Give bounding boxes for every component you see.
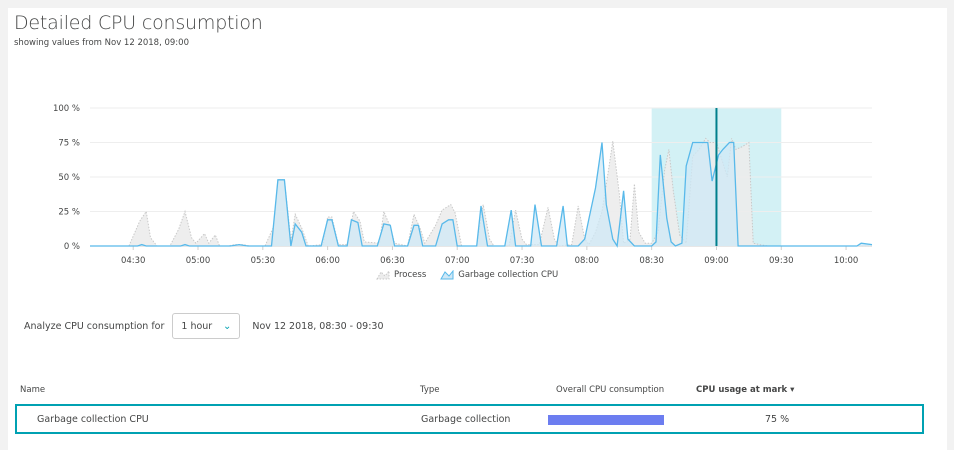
timeframe-value: 1 hour [181, 320, 213, 332]
analyze-controls: Analyze CPU consumption for 1 hour ⌄ Nov… [24, 313, 384, 339]
legend-item-gc[interactable]: Garbage collection CPU [440, 270, 558, 280]
x-tick-label: 07:00 [445, 256, 470, 266]
x-tick-label: 08:00 [575, 256, 600, 266]
column-header-overall[interactable]: Overall CPU consumption [556, 385, 664, 395]
x-tick-label: 07:30 [510, 256, 535, 266]
y-tick-label: 100 % [53, 104, 80, 114]
column-header-usage-at-mark[interactable]: CPU usage at mark ▾ [696, 385, 794, 395]
chart-legend: Process Garbage collection CPU [376, 270, 572, 280]
x-tick-label: 08:30 [639, 256, 664, 266]
x-tick-label: 10:00 [834, 256, 859, 266]
x-tick-label: 05:00 [186, 256, 211, 266]
y-tick-label: 50 % [58, 173, 80, 183]
y-tick-label: 75 % [58, 139, 80, 149]
y-tick-label: 0 % [64, 242, 80, 252]
area-dotted-icon [376, 270, 390, 280]
x-tick-label: 06:30 [380, 256, 405, 266]
x-tick-label: 04:30 [121, 256, 146, 266]
row-usage: 75 % [765, 414, 790, 425]
x-tick-label: 05:30 [251, 256, 276, 266]
timeframe-select[interactable]: 1 hour ⌄ [172, 313, 241, 339]
overall-cpu-bar [548, 415, 664, 425]
row-type: Garbage collection [421, 414, 511, 425]
x-tick-label: 09:00 [704, 256, 729, 266]
x-tick-label: 06:00 [315, 256, 340, 266]
x-tick-label: 09:30 [769, 256, 794, 266]
table-row[interactable]: Garbage collection CPU Garbage collectio… [15, 404, 924, 434]
table-header: Name Type Overall CPU consumption CPU us… [16, 385, 926, 401]
column-header-name[interactable]: Name [20, 385, 45, 395]
legend-gc-label: Garbage collection CPU [458, 270, 559, 280]
column-header-type[interactable]: Type [420, 385, 440, 395]
area-solid-icon [440, 270, 454, 280]
row-name: Garbage collection CPU [37, 414, 149, 425]
analyze-label: Analyze CPU consumption for [24, 320, 165, 332]
analyze-range: Nov 12 2018, 08:30 - 09:30 [252, 320, 384, 332]
chevron-down-icon: ⌄ [223, 320, 232, 332]
y-tick-label: 25 % [58, 208, 80, 218]
legend-item-process[interactable]: Process [376, 270, 426, 280]
cpu-chart[interactable]: 0 % 25 % 50 % 75 % 100 % 04:30 05:00 05:30 06:00… [0, 0, 954, 300]
legend-process-label: Process [394, 270, 427, 280]
